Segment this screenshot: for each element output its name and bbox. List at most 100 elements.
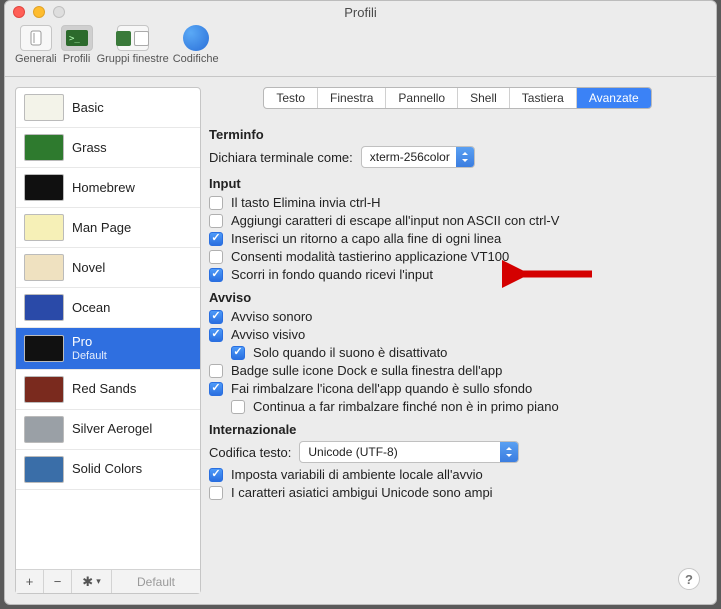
titlebar: Profili [5, 1, 716, 23]
sidebar-item-label: Ocean [72, 300, 110, 316]
profile-thumbnail [24, 335, 64, 362]
sidebar-item-grass[interactable]: Grass [16, 128, 200, 168]
sidebar-item-red-sands[interactable]: Red Sands [16, 370, 200, 410]
tab-finestra[interactable]: Finestra [318, 88, 386, 108]
window-title: Profili [5, 5, 716, 20]
avviso-option: Avviso sonoro [209, 309, 690, 324]
gear-icon: ✱ [82, 574, 93, 590]
input-label: Consenti modalità tastierino applicazion… [231, 249, 509, 264]
toolbar-item-encodings[interactable]: Codifiche [173, 25, 219, 65]
sidebar-item-homebrew[interactable]: Homebrew [16, 168, 200, 208]
profile-thumbnail [24, 134, 64, 161]
intl-label: I caratteri asiatici ambigui Unicode son… [231, 485, 493, 500]
section-avviso-title: Avviso [209, 290, 690, 305]
input-option: Scorri in fondo quando ricevi l'input [209, 267, 690, 282]
input-option: Il tasto Elimina invia ctrl-H [209, 195, 690, 210]
input-checkbox-2[interactable] [209, 232, 223, 246]
section-input-title: Input [209, 176, 690, 191]
sidebar-item-basic[interactable]: Basic [16, 88, 200, 128]
svg-text:>_: >_ [69, 34, 80, 44]
input-label: Inserisci un ritorno a capo alla fine di… [231, 231, 501, 246]
set-default-button[interactable]: Default [112, 570, 200, 593]
globe-icon [183, 25, 209, 51]
input-label: Aggiungi caratteri di escape all'input n… [231, 213, 559, 228]
input-checkbox-4[interactable] [209, 268, 223, 282]
profile-thumbnail [24, 376, 64, 403]
encoding-value: Unicode (UTF-8) [308, 445, 494, 459]
sidebar-item-novel[interactable]: Novel [16, 248, 200, 288]
toolbar-item-window-groups[interactable]: Gruppi finestre [97, 25, 169, 65]
input-checkbox-1[interactable] [209, 214, 223, 228]
encoding-select[interactable]: Unicode (UTF-8) [299, 441, 519, 463]
avviso-checkbox-5[interactable] [231, 400, 245, 414]
profile-thumbnail [24, 456, 64, 483]
traffic-lights [13, 6, 65, 18]
avviso-label: Avviso visivo [231, 327, 305, 342]
help-button[interactable]: ? [678, 568, 700, 590]
profile-thumbnail [24, 416, 64, 443]
remove-button[interactable]: − [44, 570, 72, 593]
sidebar-item-label: Red Sands [72, 381, 136, 397]
sidebar-item-label: Basic [72, 100, 104, 116]
avviso-option: Avviso visivo [209, 327, 690, 342]
close-icon[interactable] [13, 6, 25, 18]
toolbar-item-profiles[interactable]: >_ Profili [61, 25, 93, 65]
input-label: Scorri in fondo quando ricevi l'input [231, 267, 433, 282]
profiles-sidebar: BasicGrassHomebrewMan PageNovelOceanProD… [15, 87, 201, 594]
sidebar-item-ocean[interactable]: Ocean [16, 288, 200, 328]
avviso-label: Fai rimbalzare l'icona dell'app quando è… [231, 381, 532, 396]
avviso-checkbox-1[interactable] [209, 328, 223, 342]
action-menu[interactable]: ✱ ▾ [72, 570, 112, 593]
add-button[interactable]: + [16, 570, 44, 593]
chevron-down-icon: ▾ [96, 576, 101, 587]
sidebar-item-silver-aerogel[interactable]: Silver Aerogel [16, 410, 200, 450]
intl-option: Imposta variabili di ambiente locale all… [209, 467, 690, 482]
toolbar-item-general[interactable]: Generali [15, 25, 57, 65]
avviso-label: Continua a far rimbalzare finché non è i… [253, 399, 559, 414]
sidebar-item-pro[interactable]: ProDefault [16, 328, 200, 370]
input-option: Consenti modalità tastierino applicazion… [209, 249, 690, 264]
avviso-option: Continua a far rimbalzare finché non è i… [231, 399, 690, 414]
avviso-checkbox-2[interactable] [231, 346, 245, 360]
tab-avanzate[interactable]: Avanzate [577, 88, 651, 108]
intl-checkbox-0[interactable] [209, 468, 223, 482]
help-icon: ? [685, 572, 693, 587]
sidebar-item-sublabel: Default [72, 350, 107, 363]
declare-terminal-value: xterm-256color [370, 150, 450, 164]
avviso-checkbox-3[interactable] [209, 364, 223, 378]
avviso-checkbox-4[interactable] [209, 382, 223, 396]
sidebar-item-label: Homebrew [72, 180, 135, 196]
toolbar-item-label: Gruppi finestre [97, 53, 169, 65]
avviso-option: Fai rimbalzare l'icona dell'app quando è… [209, 381, 690, 396]
toolbar-item-label: Profili [63, 53, 91, 65]
tab-pannello[interactable]: Pannello [386, 88, 458, 108]
content: BasicGrassHomebrewMan PageNovelOceanProD… [5, 77, 716, 604]
declare-terminal-select[interactable]: xterm-256color [361, 146, 475, 168]
toolbar: Generali >_ Profili Gruppi finestre Codi… [5, 23, 716, 77]
section-intl-title: Internazionale [209, 422, 690, 437]
tab-tastiera[interactable]: Tastiera [510, 88, 577, 108]
sidebar-item-label: Pro [72, 334, 107, 350]
toolbar-item-label: Codifiche [173, 53, 219, 65]
profile-thumbnail [24, 214, 64, 241]
input-checkbox-0[interactable] [209, 196, 223, 210]
minimize-icon[interactable] [33, 6, 45, 18]
sidebar-item-label: Novel [72, 260, 105, 276]
main-panel: TestoFinestraPannelloShellTastieraAvanza… [209, 87, 706, 594]
toolbar-item-label: Generali [15, 53, 57, 65]
profiles-list[interactable]: Basic Grass Homebrew Man Page Novel Ocean ProD… [16, 88, 200, 569]
tab-shell[interactable]: Shell [458, 88, 510, 108]
sidebar-item-solid-colors[interactable]: Solid Colors [16, 450, 200, 490]
zoom-icon [53, 6, 65, 18]
intl-checkbox-1[interactable] [209, 486, 223, 500]
tab-testo[interactable]: Testo [264, 88, 318, 108]
preferences-window: Profili Generali >_ Profili Gruppi fines… [4, 0, 717, 605]
input-checkbox-3[interactable] [209, 250, 223, 264]
advanced-panel: Terminfo Dichiara terminale come: xterm-… [209, 115, 706, 594]
section-terminfo-title: Terminfo [209, 127, 690, 142]
sidebar-item-man-page[interactable]: Man Page [16, 208, 200, 248]
sidebar-item-label: Man Page [72, 220, 131, 236]
avviso-checkbox-0[interactable] [209, 310, 223, 324]
updown-icon [500, 442, 518, 462]
profile-tabs: TestoFinestraPannelloShellTastieraAvanza… [263, 87, 651, 109]
